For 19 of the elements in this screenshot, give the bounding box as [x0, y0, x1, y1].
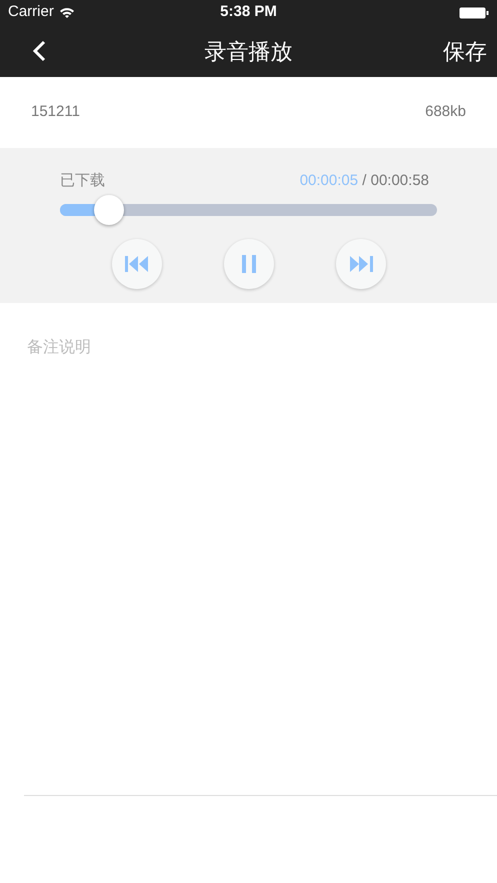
time-display: 00:00:05 / 00:00:58 — [300, 171, 429, 191]
save-button[interactable]: 保存 — [443, 34, 487, 68]
note-field[interactable]: 备注说明 — [24, 303, 497, 795]
skip-back-icon — [124, 256, 148, 272]
slider-thumb[interactable] — [94, 194, 124, 224]
file-name: 151211 — [31, 102, 80, 122]
back-icon — [32, 40, 46, 62]
battery-icon — [459, 6, 489, 18]
previous-button[interactable] — [112, 238, 162, 288]
download-status: 已下载 — [60, 171, 105, 191]
progress-slider[interactable] — [60, 194, 437, 226]
wifi-icon — [58, 6, 75, 18]
next-button[interactable] — [336, 238, 386, 288]
skip-forward-icon — [348, 256, 372, 272]
page-title: 录音播放 — [204, 38, 292, 66]
file-size: 688kb — [425, 102, 466, 122]
pause-button[interactable] — [224, 238, 274, 288]
carrier-label: Carrier — [8, 2, 54, 22]
clock-time: 5:38 PM — [220, 2, 277, 22]
